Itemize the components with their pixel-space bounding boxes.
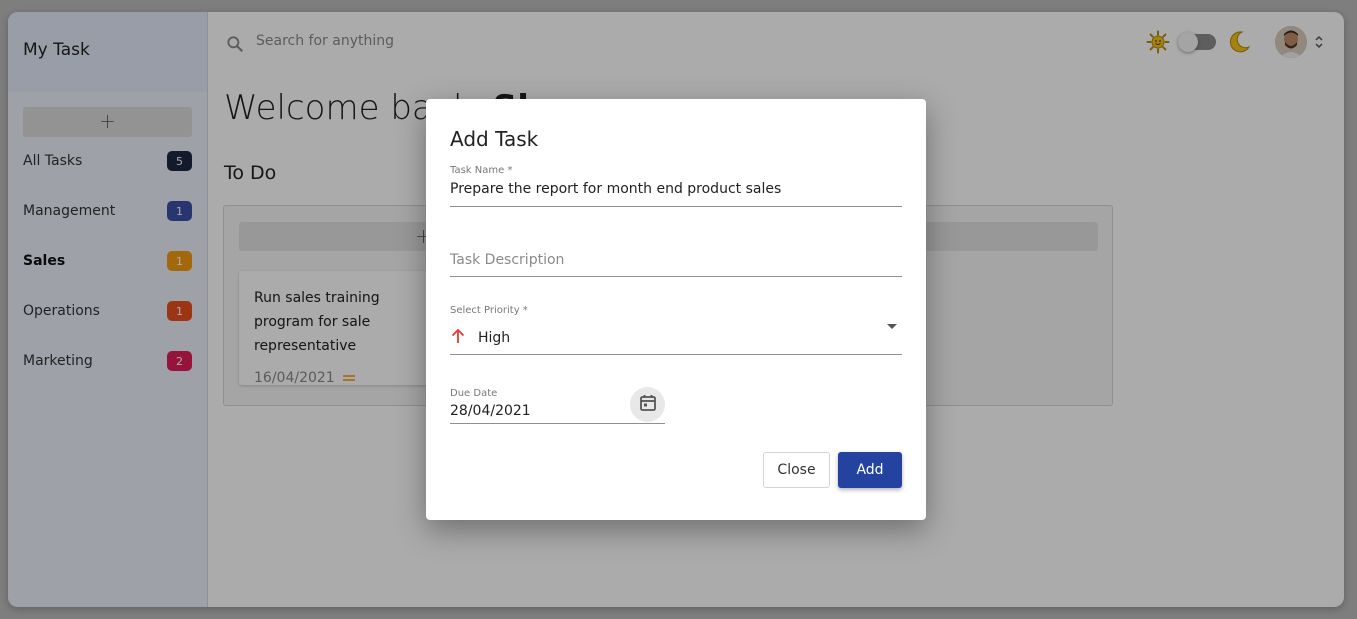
priority-value: High (478, 330, 511, 346)
task-name-value: Prepare the report for month end product… (450, 181, 782, 197)
calendar-icon (639, 394, 657, 416)
calendar-button[interactable] (630, 387, 665, 422)
field-label: Select Priority * (450, 305, 528, 316)
field-label: Task Name * (450, 165, 513, 176)
task-description-field[interactable]: Task Description (450, 252, 902, 277)
priority-select[interactable]: Select Priority * High (450, 305, 902, 355)
arrow-up-icon (450, 328, 466, 348)
dropdown-arrow-icon (886, 316, 898, 335)
priority-value-row: High (450, 328, 902, 348)
add-task-dialog: Add Task Task Name * Prepare the report … (426, 99, 926, 520)
description-placeholder: Task Description (450, 252, 565, 268)
task-name-field[interactable]: Task Name * Prepare the report for month… (450, 165, 902, 207)
add-button[interactable]: Add (838, 452, 902, 488)
dialog-title: Add Task (450, 127, 539, 151)
close-button[interactable]: Close (763, 452, 830, 488)
